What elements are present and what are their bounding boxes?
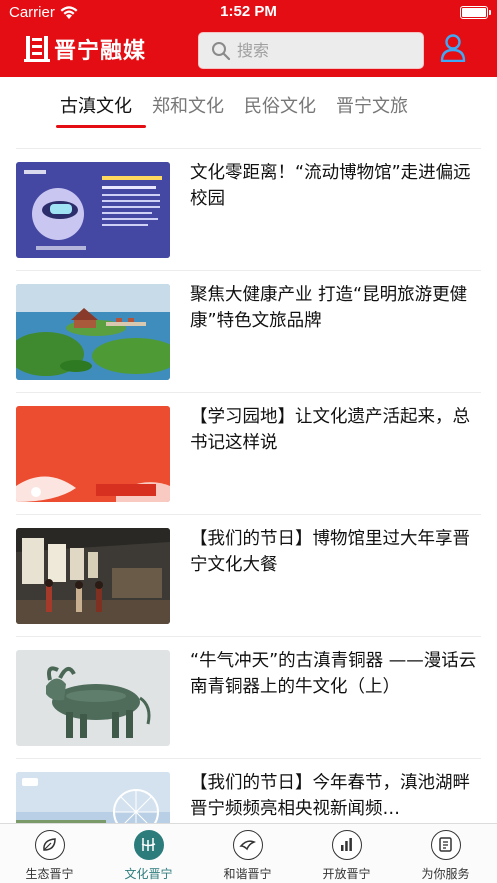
article-thumbnail — [16, 162, 170, 258]
search-box[interactable] — [198, 32, 424, 69]
tab-zhenghe-culture[interactable]: 郑和文化 — [152, 92, 224, 118]
list-item[interactable]: 【我们的节日】博物馆里过大年享晋宁文化大餐 — [0, 514, 497, 636]
article-title[interactable]: “牛气冲天”的古滇青铜器 ——漫话云南青铜器上的牛文化（上） — [190, 648, 482, 700]
tabbar-label: 文化晋宁 — [124, 867, 173, 881]
tabbar-item-harmony[interactable]: 和谐晋宁 — [198, 824, 297, 883]
app-header: Carrier 1:52 PM 晋宁融媒 — [0, 0, 497, 77]
leaf-icon — [35, 830, 65, 860]
bronze-ox-statue-image — [16, 650, 170, 746]
museum-vr-poster-image — [16, 162, 170, 258]
article-title[interactable]: 【学习园地】让文化遗产活起来，总书记这样说 — [190, 404, 482, 456]
app-logo[interactable]: 晋宁融媒 — [24, 32, 146, 66]
article-thumbnail — [16, 650, 170, 746]
status-time: 1:52 PM — [220, 3, 277, 20]
tab-gudian-culture[interactable]: 古滇文化 — [60, 92, 132, 118]
list-item[interactable]: 【学习园地】让文化遗产活起来，总书记这样说 — [0, 392, 497, 514]
list-item[interactable]: 文化零距离！“流动博物馆”走进偏远校园 — [0, 148, 497, 270]
bottom-tab-bar: 生态晋宁 文化晋宁 和谐晋宁 开放晋宁 为你服务 — [0, 823, 497, 883]
museum-gallery-visitors-image — [16, 528, 170, 624]
article-thumbnail — [16, 284, 170, 380]
tabbar-label: 生态晋宁 — [25, 867, 74, 881]
list-item[interactable]: 聚焦大健康产业 打造“昆明旅游更健康”特色文旅品牌 — [0, 270, 497, 392]
article-title[interactable]: 【我们的节日】今年春节，滇池湖畔晋宁频频亮相央视新闻频… — [190, 770, 482, 822]
study-garden-banner-image — [16, 406, 170, 502]
tabbar-label: 为你服务 — [421, 867, 470, 881]
status-bar: Carrier 1:52 PM — [0, 0, 497, 26]
logo-mark-icon — [24, 36, 50, 62]
search-icon — [212, 42, 231, 61]
list-item[interactable]: “牛气冲天”的古滇青铜器 ——漫话云南青铜器上的牛文化（上） — [0, 636, 497, 758]
article-title[interactable]: 聚焦大健康产业 打造“昆明旅游更健康”特色文旅品牌 — [190, 282, 482, 334]
tabbar-item-ecology[interactable]: 生态晋宁 — [0, 824, 99, 883]
bird-icon — [233, 830, 263, 860]
tab-folk-culture[interactable]: 民俗文化 — [244, 92, 316, 118]
active-tab-indicator — [56, 125, 146, 128]
tabbar-item-service[interactable]: 为你服务 — [396, 824, 495, 883]
article-thumbnail — [16, 528, 170, 624]
search-input[interactable] — [237, 33, 417, 68]
category-tabs: 古滇文化 郑和文化 民俗文化 晋宁文旅 — [0, 77, 497, 133]
service-icon — [431, 830, 461, 860]
user-icon[interactable] — [440, 34, 466, 62]
article-title[interactable]: 【我们的节日】博物馆里过大年享晋宁文化大餐 — [190, 526, 482, 578]
lake-resort-aerial-image — [16, 284, 170, 380]
article-title[interactable]: 文化零距离！“流动博物馆”走进偏远校园 — [190, 160, 482, 212]
tabbar-label: 和谐晋宁 — [223, 867, 272, 881]
battery-icon — [460, 6, 491, 19]
tab-jinning-tourism[interactable]: 晋宁文旅 — [336, 92, 408, 118]
chart-icon — [332, 830, 362, 860]
article-thumbnail — [16, 406, 170, 502]
logo-text: 晋宁融媒 — [54, 39, 147, 64]
culture-icon — [134, 830, 164, 860]
tabbar-item-culture[interactable]: 文化晋宁 — [99, 824, 198, 883]
tabbar-item-open[interactable]: 开放晋宁 — [297, 824, 396, 883]
tabbar-label: 开放晋宁 — [322, 867, 371, 881]
